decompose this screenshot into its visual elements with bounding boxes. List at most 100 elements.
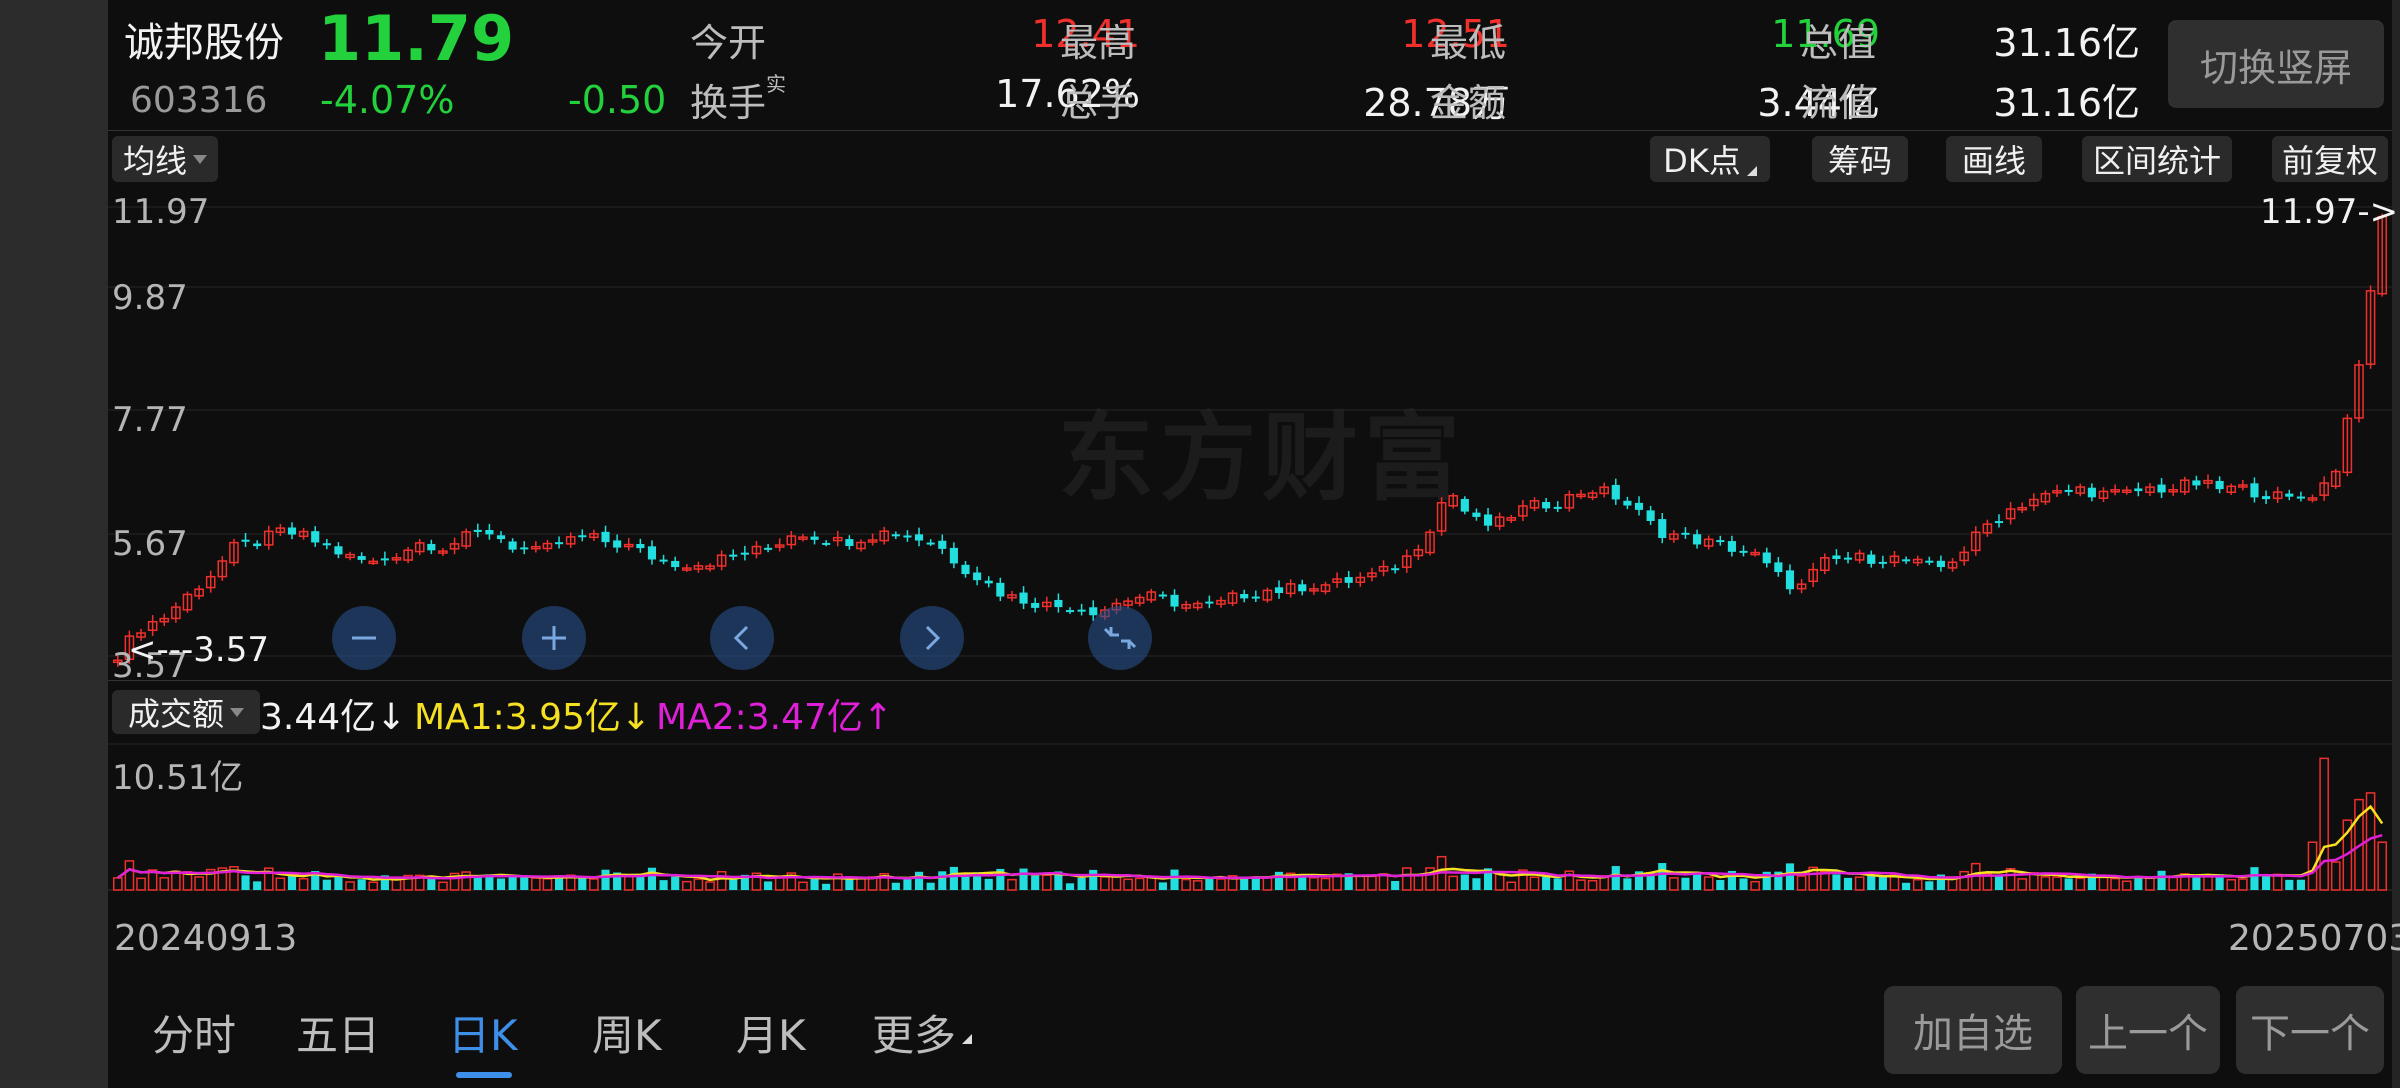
chips-button[interactable]: 筹码 xyxy=(1812,136,1908,182)
move-left-button[interactable] xyxy=(710,606,774,670)
volume-bar-up xyxy=(1703,876,1714,891)
volume-bar-up xyxy=(2110,877,2120,891)
previous-stock-button[interactable]: 上一个 xyxy=(2076,986,2220,1074)
candle-down xyxy=(2087,487,2096,498)
volume-bar-up xyxy=(1796,875,1807,891)
volume-bar-up xyxy=(2075,877,2086,891)
volume-bar-up xyxy=(1216,878,1226,891)
move-right-button[interactable] xyxy=(900,606,964,670)
volume-bar-up xyxy=(798,881,808,891)
collapse-arrows-icon xyxy=(1103,627,1137,649)
volume-bar-up xyxy=(1506,881,1517,891)
candle-down xyxy=(1925,560,1934,563)
candle-down xyxy=(1762,552,1771,564)
zoom-in-button[interactable] xyxy=(522,606,586,670)
candle-down xyxy=(1994,521,2004,524)
volume-bar-up xyxy=(159,877,170,891)
tab-daily-k[interactable]: 日K xyxy=(448,1002,518,1063)
tab-more[interactable]: 更多 xyxy=(872,1002,973,1063)
candle-down xyxy=(2215,480,2224,490)
candle-down xyxy=(822,542,831,545)
volume-bar-up xyxy=(2145,877,2155,891)
candle-down xyxy=(1483,514,1493,526)
forward-adjust-button[interactable]: 前复权 xyxy=(2272,136,2388,182)
switch-portrait-button[interactable]: 切换竖屏 xyxy=(2168,20,2384,108)
zoom-out-button[interactable] xyxy=(332,606,396,670)
price-axis-label-0: 11.97 xyxy=(112,192,210,232)
volume-bar-down xyxy=(241,875,250,890)
candle-down xyxy=(949,547,958,564)
volume-bar-up xyxy=(1669,877,1679,891)
turnover-label: 换手实 xyxy=(690,72,787,125)
volume-bar-down xyxy=(1240,877,1249,890)
volume-bar-down xyxy=(1832,874,1841,890)
candlestick-chart[interactable] xyxy=(108,190,2392,680)
candle-down xyxy=(1646,510,1655,521)
draw-line-button[interactable]: 画线 xyxy=(1946,136,2042,182)
open-label: 今开 xyxy=(690,21,767,65)
volume-bar-down xyxy=(1994,875,2004,890)
volume-bar-up xyxy=(1959,870,1969,891)
volume-bar-up xyxy=(623,875,634,891)
volume-bar-up xyxy=(856,878,866,891)
volume-chart[interactable] xyxy=(108,740,2392,910)
price-change-amount: -0.50 xyxy=(568,78,667,122)
collapse-button[interactable] xyxy=(1088,606,1152,670)
add-watchlist-button[interactable]: 加自选 xyxy=(1884,986,2062,1074)
candle-down xyxy=(2134,488,2143,492)
volume-bar-down xyxy=(1785,863,1795,890)
volume-bar-down xyxy=(357,879,366,890)
corner-arrow-icon xyxy=(1746,166,1757,176)
start-date: 20240913 xyxy=(114,918,298,959)
tab-weekly-k[interactable]: 周K xyxy=(592,1002,662,1063)
volume-bar-up xyxy=(1912,878,1923,891)
volume-bar-down xyxy=(1693,872,1702,890)
volume-bar-down xyxy=(1170,869,1179,890)
volume-label: 总手 xyxy=(1060,81,1137,125)
candle-down xyxy=(322,543,331,546)
price-change-percent: -4.07% xyxy=(320,78,455,122)
candle-down xyxy=(520,547,529,550)
stock-price: 11.79 xyxy=(318,2,515,75)
volume-bar-up xyxy=(2168,876,2178,891)
volume-bar-up xyxy=(1367,875,1377,891)
volume-bar-up xyxy=(1750,880,1760,891)
candle-down xyxy=(1658,519,1667,538)
candle-down xyxy=(1634,502,1644,510)
tab-five-day[interactable]: 五日 xyxy=(296,1002,380,1063)
volume-bar-up xyxy=(1587,879,1598,891)
volume-bar-up xyxy=(368,881,379,891)
volume-bar-up xyxy=(1123,878,1133,891)
market-cap-label: 总值 xyxy=(1800,21,1877,65)
down-arrow-icon: ↓ xyxy=(620,697,652,738)
volume-indicator-selector[interactable]: 成交额 xyxy=(112,690,260,734)
volume-bar-down xyxy=(1925,881,1934,890)
volume-bar-down xyxy=(322,879,331,890)
volume-bar-up xyxy=(681,880,692,891)
tab-monthly-k[interactable]: 月K xyxy=(736,1002,806,1063)
candle-down xyxy=(1623,500,1632,506)
candle-down xyxy=(496,535,506,540)
candle-down xyxy=(1251,596,1260,599)
candle-down xyxy=(1298,584,1307,592)
candle-down xyxy=(1460,498,1469,512)
volume-bar-down xyxy=(2192,876,2201,890)
volume-bar-up xyxy=(1320,877,1331,891)
ma-selector[interactable]: 均线 xyxy=(112,136,218,182)
volume-bar-down xyxy=(1019,868,1028,890)
interval-stats-button[interactable]: 区间统计 xyxy=(2082,136,2232,182)
next-stock-button[interactable]: 下一个 xyxy=(2236,986,2384,1074)
candle-down xyxy=(1205,601,1214,604)
tab-intraday[interactable]: 分时 xyxy=(152,1002,236,1063)
candle-down xyxy=(1344,577,1353,583)
volume-bar-down xyxy=(2296,879,2305,890)
dk-point-button[interactable]: DK点 xyxy=(1650,136,1770,182)
market-cap-value: 31.16亿 xyxy=(1993,21,2140,65)
volume-bar-up xyxy=(2238,878,2248,891)
volume-bar-up xyxy=(1494,873,1505,891)
chevron-right-icon xyxy=(925,625,941,651)
candle-down xyxy=(357,556,366,560)
candle-down xyxy=(473,529,482,532)
volume-bar-down xyxy=(555,877,564,890)
candle-down xyxy=(729,554,738,557)
